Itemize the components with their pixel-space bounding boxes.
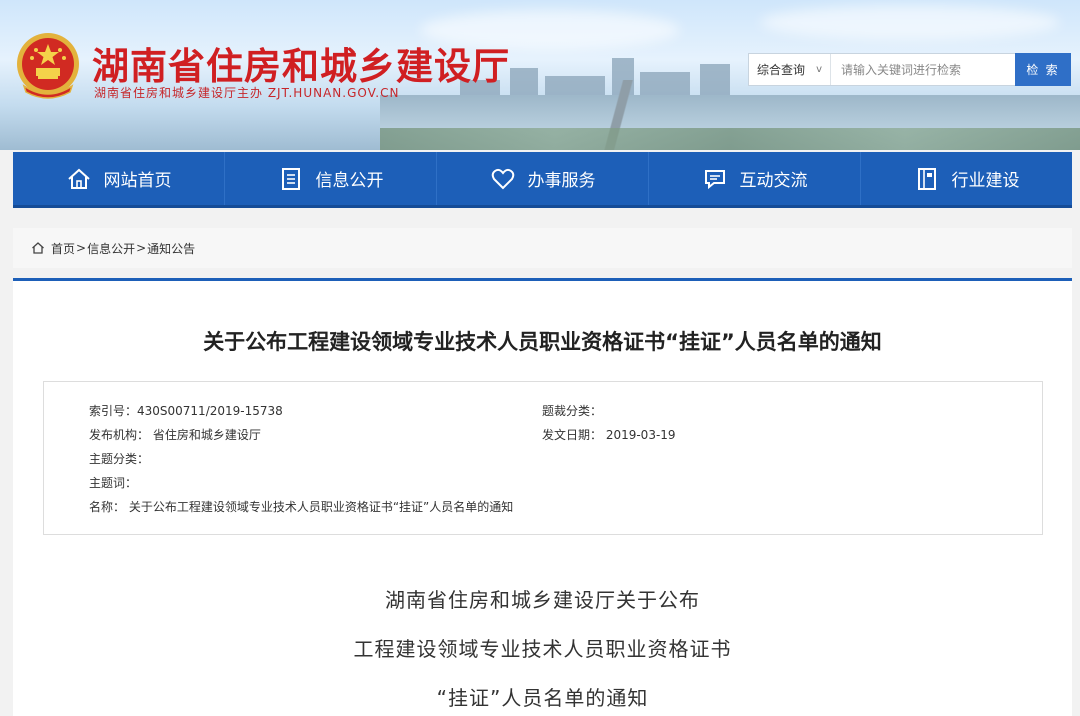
search-bar: 综合查询 v 检 索 [748,53,1071,86]
home-icon [67,168,90,189]
meta-name: 名称： 关于公布工程建设领域专业技术人员职业资格证书“挂证”人员名单的通知 [89,500,514,514]
nav-item-label: 办事服务 [527,171,596,191]
article-meta-box: 索引号：430S00711/2019-15738 题裁分类： 发布机构： 省住房… [43,381,1043,535]
meta-genre: 题裁分类： [542,404,603,418]
nav-item-interaction[interactable]: 互动交流 [649,152,861,205]
nav-item-label: 网站首页 [103,171,172,191]
main-nav: 网站首页 信息公开 办事服务 互动交流 行业建设 [13,152,1072,208]
document-icon [281,167,300,190]
search-scope-select[interactable]: 综合查询 v [749,54,831,85]
body-heading-line: 工程建设领域专业技术人员职业资格证书 [353,637,732,661]
breadcrumb-separator: > [76,241,87,255]
search-input[interactable] [831,54,1015,85]
chat-icon [704,169,725,189]
nav-item-services[interactable]: 办事服务 [437,152,649,205]
nav-item-label: 行业建设 [951,171,1020,191]
nav-item-info[interactable]: 信息公开 [225,152,437,205]
search-button[interactable]: 检 索 [1015,53,1071,86]
breadcrumb: 首页 > 信息公开 > 通知公告 [13,228,1072,268]
search-scope-label: 综合查询 [757,63,806,77]
body-heading-line: 湖南省住房和城乡建设厅关于公布 [385,588,700,612]
chevron-down-icon: v [816,64,822,75]
meta-publisher: 发布机构： 省住房和城乡建设厅 [89,428,261,442]
body-heading-line: “挂证”人员名单的通知 [436,686,649,710]
meta-date: 发文日期： 2019-03-19 [542,428,676,442]
home-icon [32,242,44,254]
article-title: 关于公布工程建设领域专业技术人员职业资格证书“挂证”人员名单的通知 [203,330,882,354]
breadcrumb-separator: > [136,241,147,255]
trees-decoration [380,128,1080,150]
cloud-decoration [760,5,1060,40]
nav-item-label: 互动交流 [739,171,808,191]
meta-topic-category: 主题分类： [89,452,150,466]
heart-icon [491,168,514,189]
site-title: 湖南省住房和城乡建设厅 [92,45,510,88]
breadcrumb-notice-link[interactable]: 通知公告 [147,240,195,257]
nav-item-industry[interactable]: 行业建设 [861,152,1072,205]
site-subtitle: 湖南省住房和城乡建设厅主办 ZJT.HUNAN.GOV.CN [94,86,400,100]
breadcrumb-home-link[interactable]: 首页 [51,240,75,257]
header-banner: 湖南省住房和城乡建设厅 湖南省住房和城乡建设厅主办 ZJT.HUNAN.GOV.… [0,0,1080,150]
meta-index-no: 索引号：430S00711/2019-15738 [89,404,283,418]
book-icon [917,167,936,190]
meta-subject-words: 主题词： [89,476,138,490]
article-panel: 关于公布工程建设领域专业技术人员职业资格证书“挂证”人员名单的通知 索引号：43… [13,278,1072,716]
nav-item-label: 信息公开 [315,171,384,191]
breadcrumb-info-link[interactable]: 信息公开 [87,240,135,257]
nav-item-home[interactable]: 网站首页 [13,152,225,205]
national-emblem-icon [17,33,79,99]
